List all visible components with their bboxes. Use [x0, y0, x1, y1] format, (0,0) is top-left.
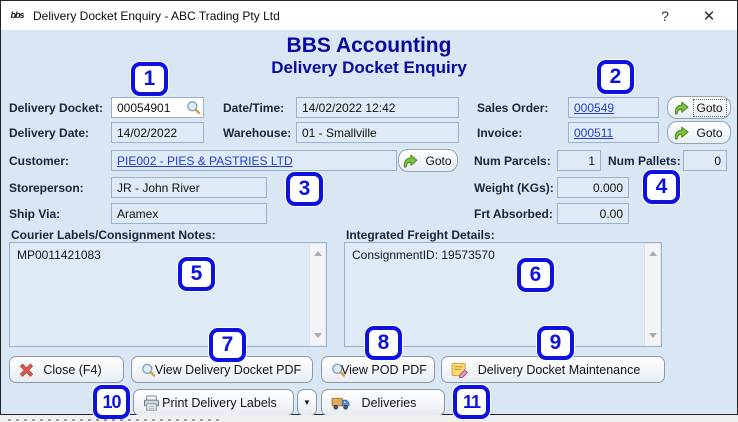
callout-2: 2 — [597, 60, 634, 94]
scroll-up-icon[interactable] — [649, 251, 657, 256]
callout-4: 4 — [643, 170, 680, 204]
delivery-docket-maintenance-button[interactable]: Delivery Docket Maintenance — [441, 356, 665, 383]
callout-3: 3 — [286, 172, 323, 206]
courier-labels-heading: Courier Labels/Consignment Notes: — [11, 228, 216, 242]
search-icon — [331, 362, 346, 377]
delivery-date-field: 14/02/2022 — [111, 122, 204, 143]
search-icon — [141, 362, 156, 377]
courier-labels-text: MP0011421083 — [17, 248, 101, 262]
storeperson-field: JR - John River — [111, 177, 267, 198]
window-close-button[interactable]: ✕ — [689, 1, 729, 30]
dropdown-caret-icon: ▼ — [303, 398, 311, 407]
scroll-up-icon[interactable] — [314, 251, 322, 256]
maintenance-icon — [451, 362, 469, 378]
print-labels-dropdown-button[interactable]: ▼ — [297, 389, 317, 416]
frt-absorbed-label: Frt Absorbed: — [474, 207, 553, 221]
num-pallets-field: 0 — [683, 150, 727, 171]
customer-field: PIE002 - PIES & PASTRIES LTD — [111, 150, 397, 171]
sales-order-goto-button[interactable]: Goto — [667, 96, 731, 119]
callout-8: 8 — [365, 326, 402, 360]
invoice-label: Invoice: — [477, 126, 523, 140]
view-delivery-docket-pdf-label: View Delivery Docket PDF — [154, 362, 302, 377]
integrated-freight-text: ConsignmentID: 19573570 — [352, 248, 495, 262]
warehouse-label: Warehouse: — [223, 126, 292, 140]
screen: bbs Delivery Docket Enquiry - ABC Tradin… — [0, 0, 738, 422]
callout-1: 1 — [131, 62, 168, 96]
customer-goto-button[interactable]: Goto — [398, 149, 458, 172]
help-button[interactable]: ? — [645, 1, 685, 30]
sales-order-link[interactable]: 000549 — [574, 101, 614, 115]
invoice-goto-button[interactable]: Goto — [667, 121, 731, 144]
goto-arrow-icon — [402, 154, 418, 168]
app-title: BBS Accounting — [286, 34, 452, 57]
print-delivery-labels-button[interactable]: Print Delivery Labels — [133, 389, 294, 416]
callout-10: 10 — [93, 385, 130, 419]
callout-9: 9 — [537, 326, 574, 360]
ship-via-field: Aramex — [111, 203, 267, 224]
delivery-docket-input[interactable] — [112, 100, 186, 115]
weight-field: 0.000 — [557, 177, 629, 198]
num-pallets-label: Num Pallets: — [608, 154, 681, 168]
num-parcels-label: Num Parcels: — [474, 154, 551, 168]
delivery-docket-label: Delivery Docket: — [9, 101, 104, 115]
date-time-field: 14/02/2022 12:42 — [296, 97, 459, 118]
search-icon[interactable] — [186, 100, 203, 115]
goto-label: Goto — [696, 125, 723, 140]
close-button[interactable]: Close (F4) — [9, 356, 124, 383]
customer-label: Customer: — [9, 154, 70, 168]
callout-5: 5 — [178, 257, 215, 291]
invoice-link[interactable]: 000511 — [574, 126, 613, 140]
delivery-docket-maintenance-label: Delivery Docket Maintenance — [477, 362, 641, 377]
close-x-icon — [19, 363, 34, 377]
deliveries-button[interactable]: Deliveries — [321, 389, 445, 416]
integrated-freight-heading: Integrated Freight Details: — [346, 228, 495, 242]
sales-order-field: 000549 — [568, 97, 659, 118]
sales-order-label: Sales Order: — [477, 101, 549, 115]
date-time-label: Date/Time: — [223, 101, 285, 115]
view-pod-pdf-button[interactable]: View POD PDF — [321, 356, 435, 383]
delivery-docket-inputwrap — [111, 97, 204, 118]
invoice-field: 000511 — [568, 122, 659, 143]
titlebar: bbs Delivery Docket Enquiry - ABC Tradin… — [1, 1, 737, 30]
scroll-down-icon[interactable] — [649, 333, 657, 338]
goto-label: Goto — [425, 153, 452, 168]
integrated-freight-scrollbar[interactable] — [644, 244, 660, 345]
storeperson-label: Storeperson: — [9, 181, 84, 195]
warehouse-field: 01 - Smallville — [296, 122, 459, 143]
frt-absorbed-field: 0.00 — [557, 203, 629, 224]
goto-arrow-icon — [673, 101, 689, 115]
callout-6: 6 — [517, 258, 554, 292]
print-icon — [143, 394, 160, 411]
weight-label: Weight (KGs): — [474, 181, 554, 195]
background-cutoff-text — [8, 419, 223, 421]
deliveries-icon — [331, 395, 350, 410]
customer-link[interactable]: PIE002 - PIES & PASTRIES LTD — [117, 154, 293, 168]
ship-via-label: Ship Via: — [9, 207, 61, 221]
callout-11: 11 — [453, 385, 490, 419]
callout-7: 7 — [209, 328, 246, 362]
goto-label: Goto — [692, 98, 727, 117]
scroll-down-icon[interactable] — [314, 333, 322, 338]
courier-labels-scrollbar[interactable] — [309, 244, 325, 345]
num-parcels-field: 1 — [557, 150, 601, 171]
delivery-date-label: Delivery Date: — [9, 126, 90, 140]
app-icon: bbs — [10, 10, 24, 20]
window-title: Delivery Docket Enquiry - ABC Trading Pt… — [33, 8, 280, 23]
goto-arrow-icon — [673, 126, 689, 140]
courier-labels-panel[interactable]: MP0011421083 — [9, 242, 327, 347]
